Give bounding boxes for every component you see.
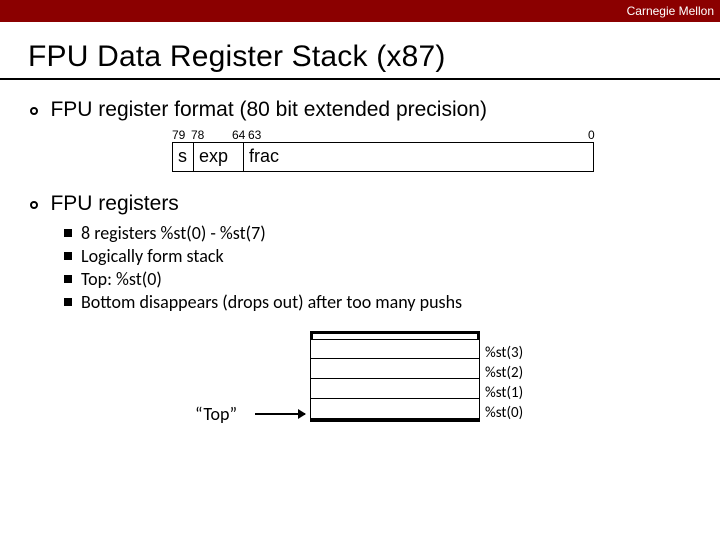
field-frac: frac: [244, 142, 594, 172]
stack-slot: [310, 339, 480, 359]
title-underline: [0, 78, 720, 80]
list-item-text: 8 registers %st(0) - %st(7): [81, 222, 266, 244]
square-bullet-icon: [64, 298, 72, 306]
bullet-registers: FPU registers: [30, 192, 700, 216]
bullet-registers-text: FPU registers: [50, 192, 178, 215]
register-format-diagram: s exp frac: [172, 142, 700, 172]
square-bullet-icon: [64, 252, 72, 260]
list-item-text: Top: %st(0): [81, 268, 162, 290]
stack-bottom-edge: [310, 419, 480, 423]
st-label: %st(0): [485, 403, 523, 423]
bullet-format-text: FPU register format (80 bit extended pre…: [50, 98, 487, 121]
header-bar: Carnegie Mellon: [0, 0, 720, 22]
st-label: %st(2): [485, 363, 523, 383]
bit-0: 0: [588, 128, 595, 142]
field-exp: exp: [194, 142, 244, 172]
sub-bullets: 8 registers %st(0) - %st(7) Logically fo…: [64, 222, 700, 313]
org-label: Carnegie Mellon: [627, 4, 714, 18]
stack-register-labels: %st(3) %st(2) %st(1) %st(0): [485, 343, 523, 423]
bit-63: 63: [248, 128, 261, 142]
list-item-text: Logically form stack: [81, 245, 224, 267]
stack-slot: [310, 359, 480, 379]
slide-title: FPU Data Register Stack (x87): [28, 40, 720, 74]
stack-slot: [310, 399, 480, 419]
stack-slot: [310, 379, 480, 399]
bullet-format: FPU register format (80 bit extended pre…: [30, 98, 700, 122]
list-item: Top: %st(0): [64, 268, 700, 290]
register-stack-diagram: %st(3) %st(2) %st(1) %st(0) “Top”: [250, 331, 600, 461]
stack-opening: [310, 331, 480, 339]
bullet-icon: [30, 107, 38, 115]
stack-box: [310, 331, 480, 423]
list-item: Bottom disappears (drops out) after too …: [64, 291, 700, 313]
square-bullet-icon: [64, 229, 72, 237]
field-sign: s: [172, 142, 194, 172]
bit-78: 78: [191, 128, 204, 142]
top-pointer-label: “Top”: [195, 403, 237, 425]
bit-index-labels: 79 78 64 63 0: [172, 128, 602, 142]
st-label: %st(1): [485, 383, 523, 403]
bit-64: 64: [232, 128, 245, 142]
content-area: FPU register format (80 bit extended pre…: [30, 98, 700, 461]
arrow-icon: [255, 413, 305, 415]
list-item-text: Bottom disappears (drops out) after too …: [81, 291, 462, 313]
st-label: %st(3): [485, 343, 523, 363]
square-bullet-icon: [64, 275, 72, 283]
bullet-icon: [30, 201, 38, 209]
list-item: 8 registers %st(0) - %st(7): [64, 222, 700, 244]
list-item: Logically form stack: [64, 245, 700, 267]
bit-79: 79: [172, 128, 185, 142]
